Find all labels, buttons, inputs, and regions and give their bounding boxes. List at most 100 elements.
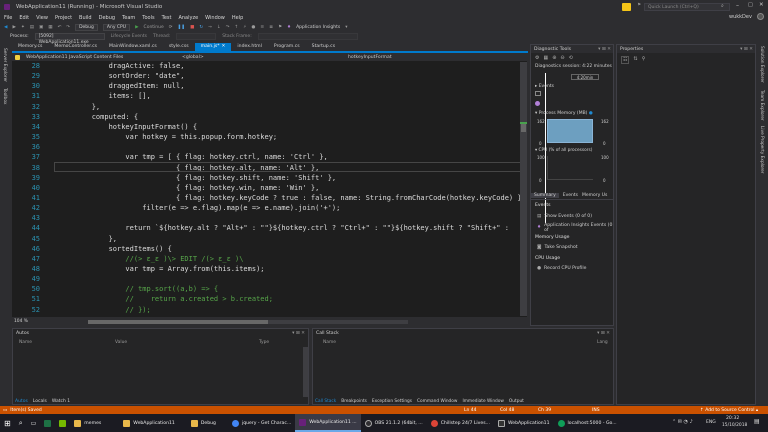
code-line[interactable]: items: [], <box>58 92 151 100</box>
zoom-in-icon[interactable]: ⊕ <box>552 55 556 61</box>
bookmark-icon[interactable]: ⚑ <box>278 25 282 30</box>
restart-icon[interactable]: ↻ <box>199 25 203 30</box>
undo-icon[interactable]: ↶ <box>58 25 62 30</box>
clock-date[interactable]: 15/10/2018 <box>722 423 747 428</box>
tab-style-css[interactable]: style.css <box>163 43 195 51</box>
code-line[interactable]: hotkeyInputFormat() { <box>58 123 198 131</box>
app-insights-events-link[interactable]: ♦ Application Insights Events (0 of <box>531 222 613 233</box>
filter-icon[interactable] <box>622 3 631 11</box>
step-into-icon[interactable]: ↓ <box>217 25 221 30</box>
taskbar-item-webapp-console[interactable]: WebApplication11 <box>494 414 554 432</box>
taskbar-item-localhost[interactable]: localhost:5000 - Go... <box>554 414 621 432</box>
menu-project[interactable]: Project <box>55 15 72 21</box>
uncomment-icon[interactable]: ≣ <box>269 25 273 30</box>
open-icon[interactable]: ▤ <box>30 25 34 30</box>
clock-time[interactable]: 20:32 <box>726 416 739 421</box>
breakpoint-icon[interactable]: ● <box>251 25 255 30</box>
code-line[interactable]: filter(e => e.flag).map(e => e.name).joi… <box>58 204 340 212</box>
pin-icon[interactable]: ▾ ⊞ ✕ <box>597 331 610 336</box>
continue-button[interactable]: Continue <box>144 25 164 30</box>
minimize-button[interactable]: – <box>736 2 739 9</box>
tab-immediate-window[interactable]: Immediate Window <box>462 399 503 404</box>
callstack-col-lang[interactable]: Lang <box>597 340 608 345</box>
process-dropdown[interactable]: [5092] WebApplication11.exe <box>34 33 105 45</box>
editor-scrollbar[interactable] <box>520 62 527 316</box>
config-dropdown[interactable]: Debug <box>75 23 98 31</box>
tab-call-stack[interactable]: Call Stack <box>315 399 336 404</box>
quick-launch[interactable]: Quick Launch (Ctrl+Q) <box>644 3 730 11</box>
menu-help[interactable]: Help <box>232 15 243 21</box>
property-search-icon[interactable]: ⚲ <box>642 56 646 64</box>
refresh-icon[interactable]: ⟳ <box>169 25 173 30</box>
tab-locals[interactable]: Locals <box>33 399 47 404</box>
close-button[interactable]: ✕ <box>759 2 764 8</box>
code-editor[interactable]: 28 29 30 31 32 33 34 35 36 37 38 39 40 41 42 43 44 45 46 47… <box>12 61 527 317</box>
menu-view[interactable]: View <box>36 15 48 21</box>
menu-window[interactable]: Window <box>205 15 225 21</box>
pin-icon[interactable]: ▾ ⊞ ✕ <box>598 47 611 52</box>
redo-icon[interactable]: ↷ <box>66 25 70 30</box>
save-icon[interactable]: ▣ <box>39 25 43 30</box>
step-over-icon[interactable]: ↷ <box>226 25 230 30</box>
tab-events[interactable]: Events <box>563 193 578 198</box>
tray-icons[interactable]: ⌃ ✉ ◔ ♪ <box>672 419 693 425</box>
menu-debug[interactable]: Debug <box>99 15 115 21</box>
menu-test[interactable]: Test <box>162 15 172 21</box>
close-icon[interactable]: ✕ <box>221 43 232 51</box>
taskbar-item-debug[interactable]: Debug <box>187 414 220 432</box>
autos-col-value[interactable]: Value <box>115 340 127 345</box>
taskbar-item-memes[interactable]: memes <box>70 414 105 432</box>
notification-flag-icon[interactable]: ⚑ <box>637 3 641 8</box>
chevron-down-icon[interactable]: ▾ <box>345 25 347 30</box>
code-line[interactable]: //(> ε_ε )\> EDIT /(> ε_ε )\ <box>58 255 243 263</box>
task-view-icon[interactable]: ▭ <box>27 414 41 432</box>
tab-summary[interactable]: Summary <box>531 193 559 198</box>
autos-col-name[interactable]: Name <box>19 340 32 345</box>
autos-col-type[interactable]: Type <box>259 340 269 345</box>
taskbar-item-chillstep[interactable]: Chillstep 24/7 Lives... <box>427 414 494 432</box>
code-line[interactable]: { flag: hotkey.win, name: 'Win' }, <box>58 184 319 192</box>
tab-mainwindow-xaml-cs[interactable]: MainWindow.xaml.cs <box>103 43 163 51</box>
taskbar-item-jquery[interactable]: jquery - Get Charac... <box>228 414 295 432</box>
search-icon[interactable]: ⌕ <box>721 3 724 9</box>
hot-reload-icon[interactable]: ⚡ <box>243 25 246 30</box>
step-out-icon[interactable]: ↑ <box>235 25 239 30</box>
forward-icon[interactable]: ▶ <box>12 25 15 30</box>
tab-memory-usage[interactable]: Memory Us <box>582 193 607 198</box>
live-property-explorer-tab[interactable]: Live Property Explorer <box>759 126 764 174</box>
nvidia-icon[interactable] <box>55 414 70 432</box>
continue-play-icon[interactable]: ▶ <box>135 25 138 30</box>
menu-file[interactable]: File <box>4 15 12 21</box>
taskbar-item-webapp-folder[interactable]: WebApplication11 <box>119 414 179 432</box>
horizontal-scrollbar[interactable] <box>87 319 408 324</box>
taskbar-item-visual-studio[interactable]: WebApplication11 ... <box>295 414 361 432</box>
tab-exception-settings[interactable]: Exception Settings <box>372 399 412 404</box>
code-line[interactable]: var tmp = [ { flag: hotkey.ctrl, name: '… <box>58 153 327 161</box>
code-line[interactable]: sortOrder: "date", <box>58 72 185 80</box>
save-all-icon[interactable]: ▦ <box>48 25 52 30</box>
app-insights-icon[interactable]: ♦ <box>287 25 291 30</box>
pin-icon[interactable]: ▾ ⊞ ✕ <box>292 331 305 336</box>
autos-scrollbar[interactable] <box>303 347 308 397</box>
take-snapshot-link[interactable]: ◙ Take Snapshot <box>531 242 613 253</box>
source-control-button[interactable]: ↑ Add to Source Control ▴ <box>700 408 758 413</box>
code-line[interactable]: { flag: hotkey.shift, name: 'Shift' }, <box>58 174 336 182</box>
menu-team[interactable]: Team <box>122 15 135 21</box>
tab-command-window[interactable]: Command Window <box>417 399 457 404</box>
code-line[interactable]: dragActive: false, <box>58 62 185 70</box>
code-line[interactable]: var tmp = Array.from(this.items); <box>58 265 264 273</box>
tab-autos[interactable]: Autos <box>15 399 28 404</box>
language-indicator[interactable]: ENG <box>706 420 716 425</box>
code-line[interactable]: // }); <box>58 306 150 314</box>
excel-icon[interactable] <box>40 414 55 432</box>
alphabetical-icon[interactable]: ⇅ <box>633 56 637 64</box>
menu-build[interactable]: Build <box>79 15 92 21</box>
tab-program-cs[interactable]: Program.cs <box>268 43 306 51</box>
project-dropdown[interactable]: WebApplication11 JavaScript Content File… <box>26 55 176 60</box>
member-dropdown[interactable]: hotkeyInputFormat <box>348 55 392 60</box>
code-line[interactable]: // tmp.sort((a,b) => { <box>58 285 218 293</box>
new-project-icon[interactable]: ✦ <box>21 25 25 30</box>
record-cpu-profile-link[interactable]: ● Record CPU Profile <box>531 263 613 274</box>
code-line[interactable]: }, <box>58 235 117 243</box>
app-insights-button[interactable]: Application Insights <box>296 25 340 30</box>
